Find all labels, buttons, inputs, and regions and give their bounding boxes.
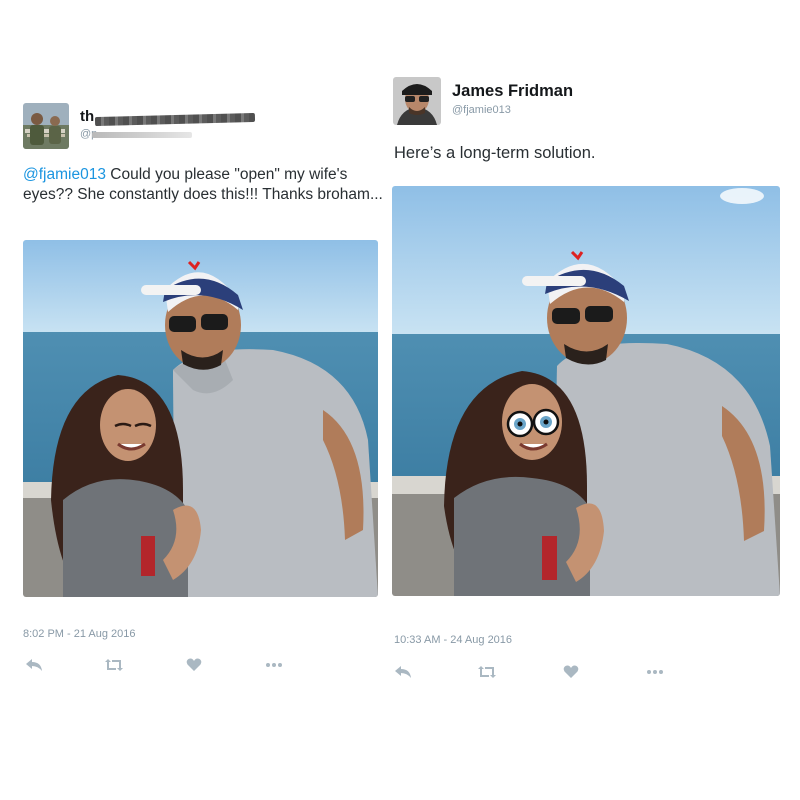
- reply-tweet-actions: [392, 664, 666, 680]
- reply-icon[interactable]: [392, 664, 414, 680]
- original-tweet-timestamp[interactable]: 8:02 PM - 21 Aug 2016: [23, 628, 136, 640]
- redacted-author-handle: [92, 132, 192, 138]
- like-icon[interactable]: [183, 657, 205, 673]
- retweet-icon[interactable]: [103, 657, 125, 673]
- reply-tweet-photo[interactable]: [392, 186, 780, 596]
- author-avatar[interactable]: [393, 77, 441, 125]
- original-tweet-text: @fjamie013 Could you please "open" my wi…: [23, 165, 383, 205]
- original-author-avatar[interactable]: [23, 103, 69, 149]
- author-display-name[interactable]: James Fridman: [452, 82, 573, 101]
- retweet-icon[interactable]: [476, 664, 498, 680]
- more-icon[interactable]: [263, 657, 285, 673]
- reply-tweet-text: Here’s a long-term solution.: [394, 144, 596, 162]
- original-tweet-actions: [23, 657, 285, 673]
- mention-link[interactable]: @fjamie013: [23, 166, 106, 183]
- redacted-author-name: [94, 112, 256, 127]
- more-icon[interactable]: [644, 664, 666, 680]
- reply-tweet: James Fridman @fjamie013 Here’s a long-t…: [390, 0, 800, 800]
- original-tweet: th @p @fjamie013 Could you please "open"…: [0, 0, 400, 800]
- like-icon[interactable]: [560, 664, 582, 680]
- original-author-name-fragment: th: [80, 108, 95, 125]
- reply-tweet-timestamp[interactable]: 10:33 AM - 24 Aug 2016: [394, 634, 512, 646]
- reply-icon[interactable]: [23, 657, 45, 673]
- author-handle[interactable]: @fjamie013: [452, 104, 511, 116]
- original-tweet-photo[interactable]: [23, 240, 378, 597]
